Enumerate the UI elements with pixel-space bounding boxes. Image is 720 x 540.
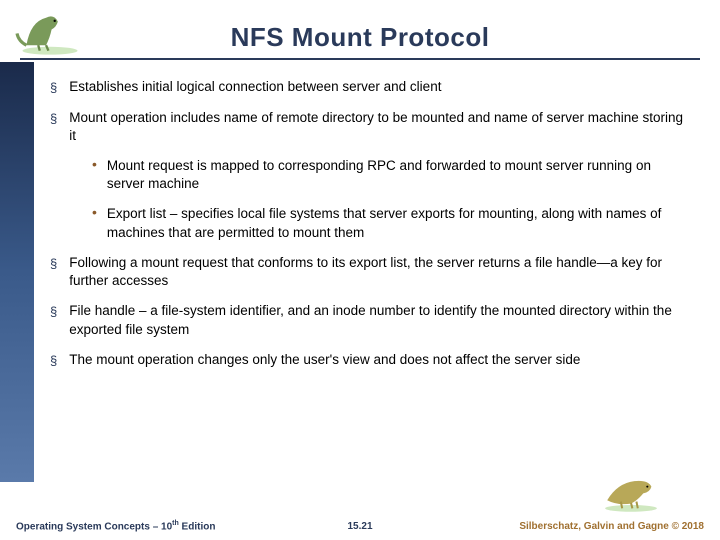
bullet-text: Export list – specifies local file syste… bbox=[107, 205, 690, 241]
square-bullet-icon: § bbox=[50, 110, 57, 145]
footer-text: Operating System Concepts – 10 bbox=[16, 521, 172, 532]
bullet-text: Following a mount request that conforms … bbox=[69, 254, 690, 290]
slide-header: NFS Mount Protocol bbox=[20, 0, 700, 60]
square-bullet-icon: § bbox=[50, 79, 57, 97]
bullet-level1: § Establishes initial logical connection… bbox=[50, 78, 690, 97]
dot-bullet-icon: • bbox=[92, 157, 97, 193]
bullet-level2: • Export list – specifies local file sys… bbox=[92, 205, 690, 241]
bullet-text: Establishes initial logical connection b… bbox=[69, 78, 690, 97]
square-bullet-icon: § bbox=[50, 303, 57, 338]
bullet-level1: § Mount operation includes name of remot… bbox=[50, 109, 690, 145]
slide-title: NFS Mount Protocol bbox=[20, 0, 700, 53]
footer-text: Edition bbox=[179, 521, 216, 532]
dot-bullet-icon: • bbox=[92, 205, 97, 241]
footer-book-title: Operating System Concepts – 10th Edition bbox=[16, 520, 215, 532]
bullet-level1: § The mount operation changes only the u… bbox=[50, 351, 690, 370]
footer-copyright: Silberschatz, Galvin and Gagne © 2018 bbox=[519, 521, 704, 532]
bullet-text: Mount operation includes name of remote … bbox=[69, 109, 690, 145]
slide-body: § Establishes initial logical connection… bbox=[50, 78, 690, 381]
bullet-level2: • Mount request is mapped to correspondi… bbox=[92, 157, 690, 193]
dinosaur-logo-top bbox=[10, 2, 90, 57]
bullet-text: Mount request is mapped to corresponding… bbox=[107, 157, 690, 193]
square-bullet-icon: § bbox=[50, 255, 57, 290]
bullet-text: File handle – a file-system identifier, … bbox=[69, 302, 690, 338]
bullet-level1: § Following a mount request that conform… bbox=[50, 254, 690, 290]
bullet-text: The mount operation changes only the use… bbox=[69, 351, 690, 370]
dinosaur-logo-bottom bbox=[597, 466, 665, 514]
square-bullet-icon: § bbox=[50, 352, 57, 370]
left-sidebar-gradient bbox=[0, 62, 34, 482]
slide-number: 15.21 bbox=[347, 521, 372, 532]
footer-superscript: th bbox=[172, 520, 179, 527]
bullet-level1: § File handle – a file-system identifier… bbox=[50, 302, 690, 338]
